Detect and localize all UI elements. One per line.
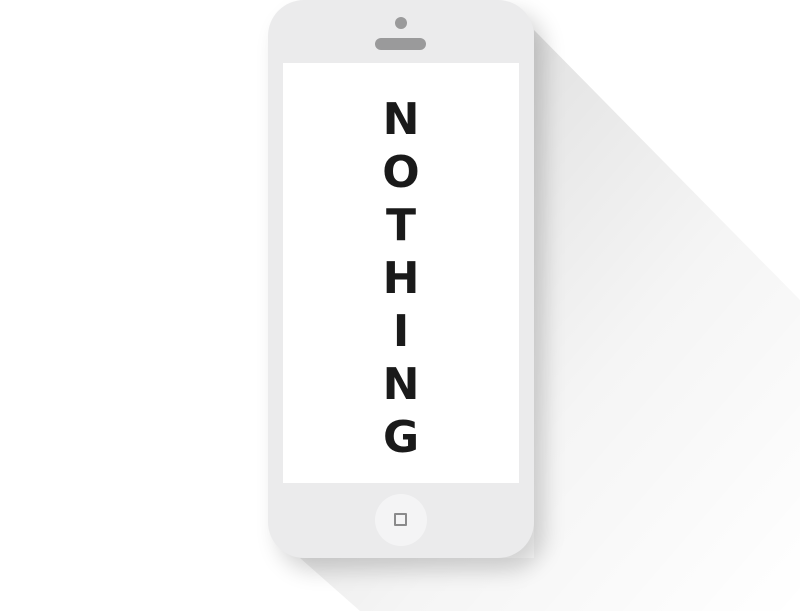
letter-h: H <box>382 253 420 304</box>
letter-n1: N <box>382 94 420 145</box>
letter-g: G <box>382 412 420 463</box>
letter-t: T <box>385 200 416 251</box>
phone-screen: N O T H I N G <box>283 63 519 483</box>
camera-icon <box>395 17 407 29</box>
home-square-icon <box>394 513 407 526</box>
scene: N O T H I N G <box>0 0 800 611</box>
letter-n2: N <box>382 359 420 410</box>
speaker-icon <box>375 38 426 50</box>
letter-o: O <box>382 147 420 198</box>
home-button[interactable] <box>375 494 427 546</box>
vertical-word: N O T H I N G <box>283 93 519 464</box>
phone-body: N O T H I N G <box>268 0 534 558</box>
letter-i: I <box>392 306 410 357</box>
